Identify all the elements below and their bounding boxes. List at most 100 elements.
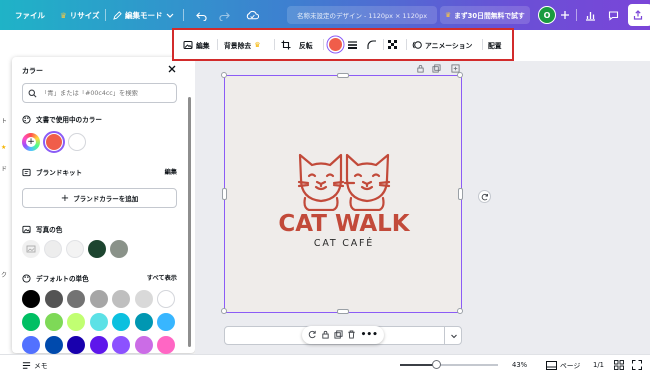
cat-logo-illustration[interactable]: [295, 151, 393, 211]
resize-label: リサイズ: [69, 10, 100, 20]
default-color-swatch[interactable]: [157, 290, 175, 308]
redo-icon[interactable]: [216, 7, 232, 23]
flip-button[interactable]: 反転: [299, 30, 313, 59]
zoom-slider-thumb[interactable]: [432, 360, 441, 369]
position-button[interactable]: 配置: [488, 30, 502, 59]
resize-handle-left[interactable]: [222, 188, 227, 200]
pages-button[interactable]: ページ: [546, 355, 580, 374]
resize-handle-right[interactable]: [458, 188, 463, 200]
divider: [406, 39, 407, 50]
doc-color-swatch[interactable]: [68, 133, 86, 151]
resize-handle-bottom-right[interactable]: [457, 308, 463, 314]
show-all-link[interactable]: すべて表示: [147, 273, 177, 282]
photo-color-swatch[interactable]: [110, 240, 128, 258]
image-thumb-icon: [26, 245, 36, 253]
photo-color-swatch[interactable]: [44, 240, 62, 258]
default-color-swatch[interactable]: [44, 290, 63, 308]
edit-mode-label: 編集モード: [125, 10, 163, 20]
default-color-swatch[interactable]: [44, 313, 63, 331]
photo-color-swatch[interactable]: [88, 240, 106, 258]
logo-title-text[interactable]: CAT WALK: [225, 211, 463, 237]
resize-handle-bottom[interactable]: [337, 309, 349, 314]
trash-icon[interactable]: [347, 329, 356, 341]
pages-icon: [546, 360, 557, 370]
file-menu[interactable]: ファイル: [15, 0, 45, 30]
logo-subtitle-text[interactable]: CAT CAFÉ: [225, 238, 463, 249]
default-color-swatch[interactable]: [157, 336, 175, 354]
border-style-button[interactable]: [347, 30, 358, 59]
add-brand-color-button[interactable]: + ブランドカラーを追加: [22, 188, 177, 208]
crown-icon: ♛: [60, 10, 67, 20]
image-edit-icon: [183, 40, 193, 49]
edit-image-button[interactable]: 編集: [183, 30, 210, 59]
default-color-swatch[interactable]: [89, 290, 108, 308]
lock-page-icon[interactable]: [416, 64, 425, 73]
default-color-swatch[interactable]: [22, 290, 40, 308]
default-color-swatch[interactable]: [22, 336, 40, 354]
resize-handle-bottom-left[interactable]: [221, 308, 227, 314]
brand-kit-edit-link[interactable]: 編集: [165, 167, 177, 176]
default-color-swatch[interactable]: [112, 336, 130, 354]
photo-thumbnail[interactable]: [22, 240, 40, 258]
share-button[interactable]: [628, 4, 650, 26]
default-color-swatch[interactable]: [67, 336, 85, 354]
crop-button[interactable]: [281, 30, 291, 59]
default-color-swatch[interactable]: [89, 313, 108, 331]
search-input[interactable]: [41, 89, 166, 97]
color-button[interactable]: [329, 30, 342, 59]
edit-mode-dropdown[interactable]: 編集モード: [113, 0, 174, 30]
resize-handle-top-left[interactable]: [221, 72, 227, 78]
analytics-icon[interactable]: [582, 7, 598, 23]
default-color-swatch[interactable]: [112, 313, 130, 331]
rotate-handle[interactable]: [478, 190, 491, 203]
avatar[interactable]: O: [538, 6, 556, 24]
default-color-swatch[interactable]: [67, 290, 85, 308]
duplicate-icon[interactable]: [334, 329, 343, 341]
lock-icon[interactable]: [321, 330, 330, 341]
animation-button[interactable]: アニメーション: [412, 30, 472, 59]
photo-colors-heading: 写真の色: [22, 224, 62, 234]
rotate-element-icon[interactable]: [308, 330, 317, 341]
default-color-swatch[interactable]: [134, 290, 153, 308]
design-page[interactable]: CAT WALK CAT CAFÉ: [221, 72, 463, 314]
default-color-swatch[interactable]: [44, 336, 63, 354]
brand-kit-icon: [22, 168, 31, 176]
zoom-percent[interactable]: 43%: [512, 355, 527, 374]
more-options-icon[interactable]: •••: [361, 330, 378, 340]
design-name-field[interactable]: 名称未設定のデザイン - 1120px × 1120px: [287, 6, 437, 24]
bg-remove-label: 背景除去: [224, 41, 252, 50]
rail-marker: ト: [1, 118, 8, 125]
doc-color-swatch-selected[interactable]: [43, 131, 65, 153]
corner-rounding-button[interactable]: [367, 30, 377, 59]
chevron-down-icon[interactable]: [444, 326, 462, 345]
edit-label: 編集: [196, 41, 210, 50]
add-icon[interactable]: [557, 7, 573, 23]
default-color-swatch[interactable]: [134, 313, 153, 331]
default-color-swatch[interactable]: [134, 336, 153, 354]
panel-scrollbar[interactable]: [188, 97, 191, 347]
default-color-swatch[interactable]: [22, 313, 40, 331]
photo-color-swatch[interactable]: [66, 240, 84, 258]
undo-icon[interactable]: [193, 7, 209, 23]
notes-button[interactable]: メモ: [22, 355, 48, 374]
default-color-swatch[interactable]: [157, 313, 175, 331]
comment-icon[interactable]: [605, 7, 621, 23]
duplicate-page-icon[interactable]: [432, 64, 441, 73]
color-search-field[interactable]: [22, 83, 177, 103]
zoom-slider-fill: [400, 364, 436, 366]
trial-button[interactable]: ♛ まず30日間無料で試す: [440, 6, 530, 24]
bottom-bar: メモ 43% ページ 1/1: [0, 354, 650, 374]
default-color-swatch[interactable]: [112, 290, 130, 308]
fullscreen-icon[interactable]: [632, 355, 642, 374]
grid-view-icon[interactable]: [614, 355, 624, 374]
resize-handle-top-right[interactable]: [457, 72, 463, 78]
add-custom-color-button[interactable]: +: [22, 133, 40, 151]
resize-button[interactable]: ♛ リサイズ: [60, 0, 100, 30]
default-color-swatch[interactable]: [67, 313, 85, 331]
resize-handle-top[interactable]: [337, 73, 349, 78]
default-color-swatch[interactable]: [89, 336, 108, 354]
close-icon[interactable]: [166, 63, 178, 75]
bg-remove-button[interactable]: 背景除去 ♛: [224, 30, 260, 59]
cloud-sync-icon[interactable]: [244, 7, 260, 23]
transparency-button[interactable]: [388, 30, 398, 59]
